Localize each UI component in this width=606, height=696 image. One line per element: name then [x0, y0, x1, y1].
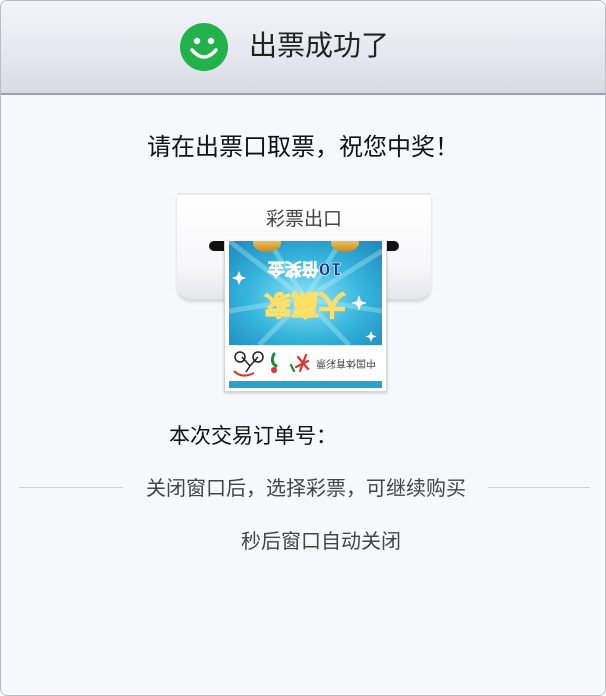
- printer-slot-label: 彩票出口: [265, 208, 342, 230]
- order-number-label: 本次交易订单号：: [169, 424, 337, 448]
- divider-right: [488, 487, 590, 488]
- ticket-success-dialog: 出票成功了 请在出票口取票，祝您中奖！ 彩票出口 大赢家 10倍奖金 中国体育彩…: [0, 0, 606, 696]
- divider-left: [19, 487, 123, 488]
- sprinter-figure-icon: [270, 352, 278, 373]
- ticket-headline-top: 10倍奖金: [267, 258, 343, 279]
- ticket-brand-strip: 中国体育彩票: [233, 351, 376, 377]
- auto-close-countdown: 秒后窗口自动关闭: [241, 529, 401, 553]
- ticket-color-band: [229, 381, 382, 388]
- dialog-title: 出票成功了: [249, 29, 390, 62]
- smiley-face-icon: [180, 23, 228, 71]
- continue-purchase-tip: 关闭窗口后，选择彩票，可继续购买: [146, 476, 466, 500]
- pickup-message: 请在出票口取票，祝您中奖！: [147, 133, 459, 161]
- dialog-header: 出票成功了: [1, 1, 605, 95]
- ticket-brand-text: 中国体育彩票: [316, 357, 376, 370]
- bicycle-rider-icon: [233, 351, 264, 377]
- ticket-headline-main: 大赢家: [265, 288, 346, 320]
- ticket-artwork: 大赢家 10倍奖金: [229, 241, 382, 345]
- sports-lottery-logo-icon: [289, 353, 310, 373]
- lottery-ticket: 大赢家 10倍奖金 中国体育彩票: [224, 241, 387, 392]
